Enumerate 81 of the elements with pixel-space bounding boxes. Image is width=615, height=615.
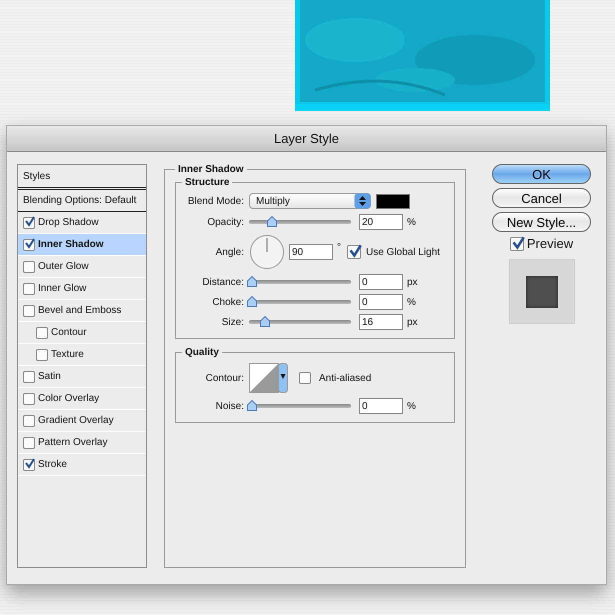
style-list-item[interactable]: Stroke [18, 454, 146, 476]
style-label: Inner Glow [38, 283, 86, 294]
style-list-item[interactable]: Gradient Overlay [18, 410, 146, 432]
style-label: Pattern Overlay [38, 437, 108, 448]
style-list-item[interactable]: Pattern Overlay [18, 432, 146, 454]
style-list-item[interactable]: Contour [18, 322, 146, 344]
field-label: Distance: [201, 276, 245, 288]
style-list-item[interactable]: Outer Glow [18, 256, 146, 278]
style-label: Drop Shadow [38, 217, 99, 228]
checkbox[interactable] [23, 392, 35, 404]
style-label: Texture [51, 349, 84, 360]
checkbox-label: Anti-aliased [319, 372, 372, 384]
checkbox[interactable] [23, 216, 35, 228]
style-list-item[interactable]: Bevel and Emboss [18, 300, 146, 322]
slider-thumb[interactable] [260, 316, 270, 327]
value-field[interactable]: 16 [359, 314, 403, 330]
checkbox[interactable] [23, 238, 35, 250]
checkbox[interactable] [23, 260, 35, 272]
contour-picker[interactable] [249, 363, 288, 393]
style-list-item[interactable]: Color Overlay [18, 388, 146, 410]
style-label: Bevel and Emboss [38, 305, 122, 316]
blend-mode-dropdown[interactable]: Multiply [249, 193, 371, 209]
value-field[interactable]: 0 [359, 398, 403, 414]
checkbox-label: Use Global Light [366, 246, 440, 258]
section-title: Inner Shadow [177, 164, 245, 175]
style-label: Color Overlay [38, 393, 100, 404]
checkbox[interactable] [36, 326, 48, 338]
checkbox[interactable] [23, 370, 35, 382]
style-label: Gradient Overlay [38, 415, 114, 426]
checkbox[interactable] [36, 348, 48, 360]
style-list-item[interactable]: Inner Shadow [18, 234, 146, 256]
checkbox[interactable] [23, 304, 35, 316]
value-field[interactable]: 0 [359, 294, 403, 310]
field-label: Choke: [211, 296, 245, 308]
unit-label: px [407, 316, 418, 328]
style-list-item[interactable]: Satin [18, 366, 146, 388]
style-list-item[interactable]: Blending Options: Default [18, 190, 146, 212]
field-label: Noise: [214, 400, 245, 412]
section-title: Structure [184, 177, 230, 188]
field-label: Contour: [204, 372, 245, 384]
window-title: Layer Style [7, 126, 606, 152]
checkbox[interactable] [299, 372, 311, 384]
checkbox[interactable] [23, 436, 35, 448]
slider-thumb[interactable] [247, 296, 257, 307]
value-field[interactable]: 90 [289, 244, 333, 260]
slider-thumb[interactable] [267, 216, 278, 227]
dialog-button[interactable]: OK [492, 164, 591, 184]
style-label: Contour [51, 327, 87, 338]
style-label: Outer Glow [38, 261, 89, 272]
checkbox[interactable] [510, 236, 524, 250]
field-label: Blend Mode: [186, 196, 245, 206]
field-label: Opacity: [206, 216, 245, 228]
checkbox[interactable] [23, 282, 35, 294]
unit-label: px [407, 276, 418, 288]
value-field[interactable]: 0 [359, 274, 403, 290]
angle-dial[interactable] [249, 234, 285, 270]
field-label: Angle: [214, 246, 245, 258]
preview-square [526, 276, 558, 308]
field-label: Size: [220, 316, 245, 328]
checkbox-label: Preview [526, 236, 574, 251]
checkbox[interactable] [23, 458, 35, 470]
unit-label: % [407, 216, 416, 228]
slider-thumb[interactable] [247, 276, 257, 287]
style-label: Stroke [38, 459, 67, 470]
dialog-button[interactable]: New Style... [492, 212, 591, 232]
style-label: Satin [38, 371, 61, 382]
section-title: Quality [184, 347, 220, 358]
style-list-item[interactable]: Inner Glow [18, 278, 146, 300]
unit-label: % [407, 296, 416, 308]
style-list-item[interactable]: Texture [18, 344, 146, 366]
list-header: Styles [18, 165, 146, 190]
checkbox[interactable] [347, 245, 361, 259]
dialog-button[interactable]: Cancel [492, 188, 591, 208]
unit-label: ° [337, 242, 341, 253]
style-label: Inner Shadow [38, 239, 104, 250]
color-swatch[interactable] [376, 194, 410, 208]
unit-label: % [407, 400, 416, 412]
dropdown-arrows-icon [354, 193, 371, 209]
value-field[interactable]: 20 [359, 214, 403, 230]
checkbox[interactable] [23, 414, 35, 426]
slider-thumb[interactable] [247, 400, 257, 411]
